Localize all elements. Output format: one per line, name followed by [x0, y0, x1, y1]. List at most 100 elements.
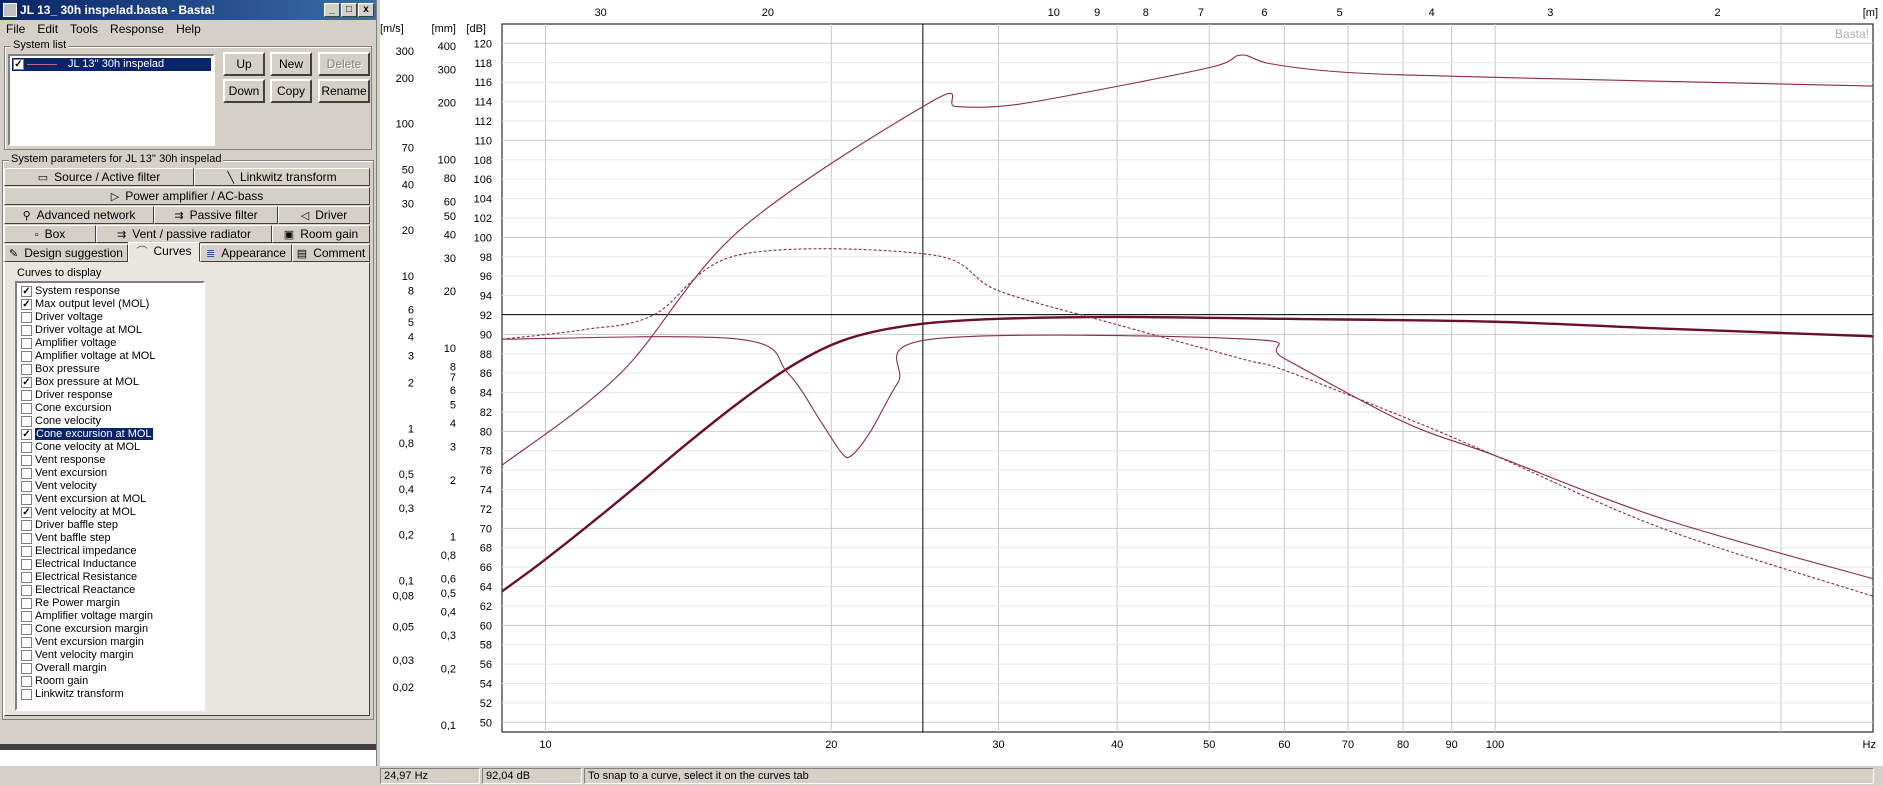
tab-driver[interactable]: ◁ Driver: [278, 206, 370, 224]
curve-checkbox[interactable]: [21, 689, 32, 700]
new-button[interactable]: New: [270, 52, 312, 76]
curve-checkbox[interactable]: [21, 663, 32, 674]
curve-item[interactable]: Electrical impedance: [17, 545, 203, 558]
system-list-item[interactable]: ✓ JL 13'' 30h inspelad: [12, 58, 211, 71]
tab-passive-filter[interactable]: ⇉ Passive filter: [154, 206, 278, 224]
up-button[interactable]: Up: [223, 52, 265, 76]
tab-design-suggestion[interactable]: ✎ Design suggestion: [4, 244, 128, 262]
curve-checkbox[interactable]: [21, 481, 32, 492]
curve-checkbox[interactable]: [21, 403, 32, 414]
top-tick-label: 7: [1198, 7, 1204, 19]
curve-item[interactable]: Driver response: [17, 389, 203, 402]
tab-power-amplifier[interactable]: ▷ Power amplifier / AC-bass: [4, 187, 370, 205]
curve-item[interactable]: Overall margin: [17, 662, 203, 675]
curve-checkbox[interactable]: [21, 676, 32, 687]
curve-item[interactable]: Vent response: [17, 454, 203, 467]
delete-button[interactable]: Delete: [318, 52, 370, 76]
curve-checkbox[interactable]: [21, 611, 32, 622]
curve-item[interactable]: Electrical Resistance: [17, 571, 203, 584]
curve-checkbox[interactable]: [21, 494, 32, 505]
curve-checkbox[interactable]: [21, 390, 32, 401]
curve-item[interactable]: Vent excursion: [17, 467, 203, 480]
curve-checkbox[interactable]: [21, 312, 32, 323]
menu-help[interactable]: Help: [170, 20, 207, 39]
curve-item[interactable]: Vent velocity margin: [17, 649, 203, 662]
curve-item[interactable]: Re Power margin: [17, 597, 203, 610]
curve-checkbox[interactable]: [21, 364, 32, 375]
curve-item[interactable]: ✓ Vent velocity at MOL: [17, 506, 203, 519]
curve-checkbox[interactable]: [21, 455, 32, 466]
tab-comment[interactable]: ▤ Comment: [292, 244, 370, 262]
response-chart[interactable]: 1201181161141121101081061041021009896949…: [376, 0, 1883, 766]
curve-checkbox[interactable]: ✓: [21, 299, 32, 310]
curve-item[interactable]: ✓ Cone excursion at MOL: [17, 428, 203, 441]
curve-item[interactable]: Cone velocity at MOL: [17, 441, 203, 454]
curve-checkbox[interactable]: [21, 559, 32, 570]
curve-checkbox[interactable]: ✓: [21, 286, 32, 297]
curve-item[interactable]: Linkwitz transform: [17, 688, 203, 701]
curve-checkbox[interactable]: [21, 637, 32, 648]
rename-button[interactable]: Rename: [318, 79, 370, 103]
curve-item[interactable]: Electrical Reactance: [17, 584, 203, 597]
curve-item[interactable]: Electrical Inductance: [17, 558, 203, 571]
tab-source-active-filter[interactable]: ▭ Source / Active filter: [4, 168, 194, 186]
tab-vent-passive-radiator[interactable]: ⇉ Vent / passive radiator: [96, 225, 272, 243]
curve-item[interactable]: Cone excursion: [17, 402, 203, 415]
mm-tick-label: 100: [438, 154, 456, 166]
tab-curves[interactable]: ⌒ Curves: [128, 242, 200, 262]
curve-checkbox[interactable]: ✓: [21, 429, 32, 440]
curve-checkbox[interactable]: [21, 650, 32, 661]
tab-appearance[interactable]: ≣ Appearance: [200, 244, 292, 262]
curve-item[interactable]: Vent baffle step: [17, 532, 203, 545]
copy-button[interactable]: Copy: [270, 79, 312, 103]
curve-checkbox[interactable]: ✓: [21, 377, 32, 388]
curve-checkbox[interactable]: [21, 598, 32, 609]
system-list[interactable]: ✓ JL 13'' 30h inspelad: [8, 54, 215, 146]
curve-checkbox[interactable]: [21, 416, 32, 427]
tab-advanced-network[interactable]: ⚲ Advanced network: [4, 206, 154, 224]
curve-item[interactable]: Driver voltage: [17, 311, 203, 324]
chart-area[interactable]: 120 118 116 114 112 110 108 106 104 102 100 98 96 94 9…: [376, 0, 1883, 766]
curve-checkbox[interactable]: [21, 585, 32, 596]
menu-tools[interactable]: Tools: [64, 20, 104, 39]
menu-response[interactable]: Response: [104, 20, 170, 39]
system-checkbox[interactable]: ✓: [13, 59, 24, 70]
menu-edit[interactable]: Edit: [31, 20, 64, 39]
curve-checkbox[interactable]: ✓: [21, 507, 32, 518]
curve-checkbox[interactable]: [21, 325, 32, 336]
curves-list[interactable]: ✓ System response ✓ Max output level (MOL) D…: [15, 281, 205, 711]
curve-checkbox[interactable]: [21, 442, 32, 453]
curve-item[interactable]: Box pressure: [17, 363, 203, 376]
curve-item[interactable]: Room gain: [17, 675, 203, 688]
close-button[interactable]: x: [358, 3, 374, 17]
curve-item[interactable]: Amplifier voltage: [17, 337, 203, 350]
down-button[interactable]: Down: [223, 79, 265, 103]
curve-item[interactable]: Cone velocity: [17, 415, 203, 428]
curve-checkbox[interactable]: [21, 533, 32, 544]
horizontal-scrollbar[interactable]: [225, 766, 376, 776]
maximize-button[interactable]: □: [341, 3, 357, 17]
curve-checkbox[interactable]: [21, 624, 32, 635]
curve-checkbox[interactable]: [21, 351, 32, 362]
curve-checkbox[interactable]: [21, 572, 32, 583]
curve-item[interactable]: Vent velocity: [17, 480, 203, 493]
curve-item[interactable]: ✓ Box pressure at MOL: [17, 376, 203, 389]
curve-checkbox[interactable]: [21, 546, 32, 557]
curve-checkbox[interactable]: [21, 468, 32, 479]
curve-item[interactable]: Cone excursion margin: [17, 623, 203, 636]
tab-linkwitz-transform[interactable]: ╲ Linkwitz transform: [194, 168, 370, 186]
curve-item[interactable]: Driver voltage at MOL: [17, 324, 203, 337]
curve-item[interactable]: Driver baffle step: [17, 519, 203, 532]
curve-item[interactable]: ✓ Max output level (MOL): [17, 298, 203, 311]
curve-checkbox[interactable]: [21, 520, 32, 531]
tab-room-gain[interactable]: ▣ Room gain: [272, 225, 370, 243]
menu-file[interactable]: File: [0, 20, 31, 39]
curve-item[interactable]: Amplifier voltage at MOL: [17, 350, 203, 363]
curve-item[interactable]: Amplifier voltage margin: [17, 610, 203, 623]
tab-box[interactable]: ▫ Box: [4, 225, 96, 243]
minimize-button[interactable]: _: [324, 3, 340, 17]
curve-item[interactable]: Vent excursion margin: [17, 636, 203, 649]
curve-item[interactable]: Vent excursion at MOL: [17, 493, 203, 506]
curve-item[interactable]: ✓ System response: [17, 285, 203, 298]
curve-checkbox[interactable]: [21, 338, 32, 349]
